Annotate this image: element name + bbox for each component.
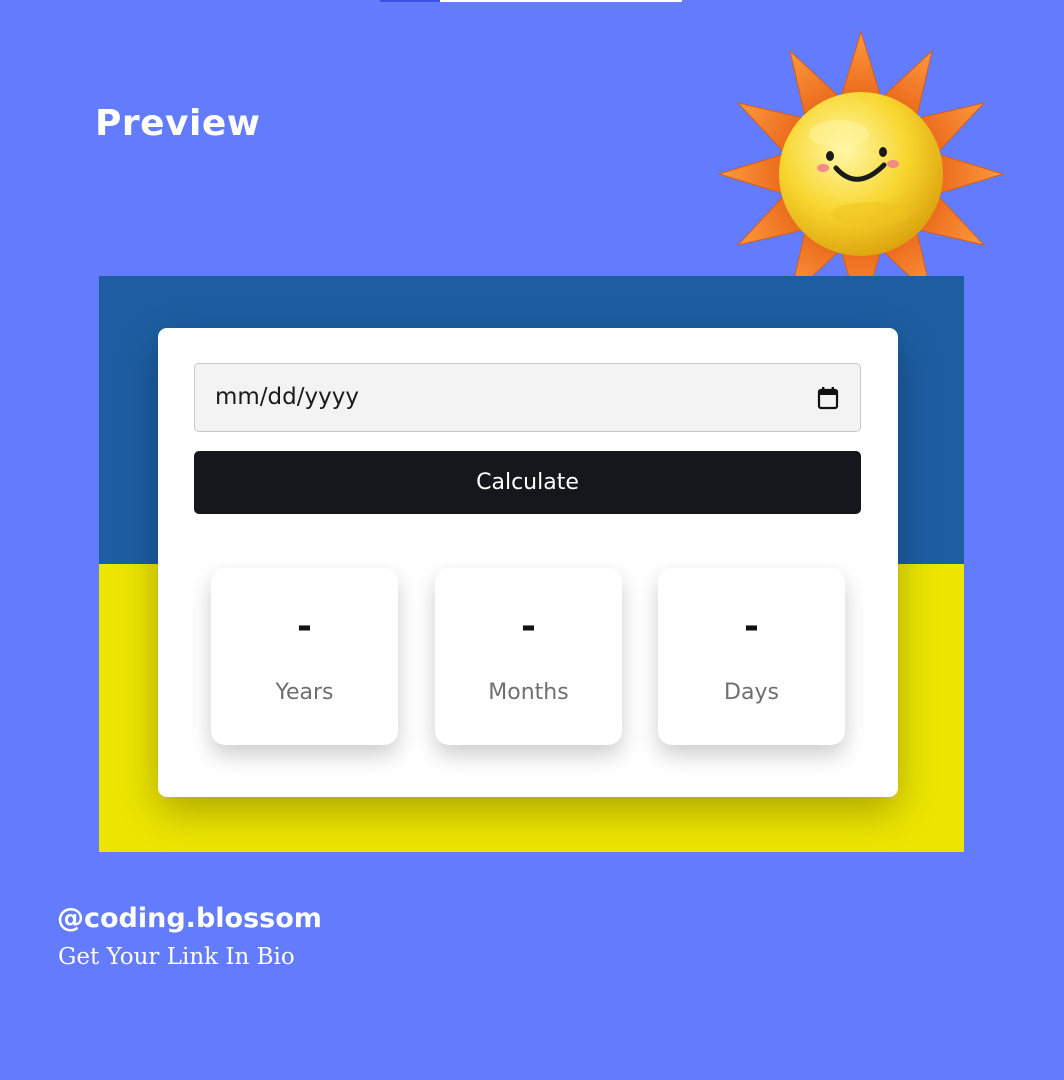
author-handle: @coding.blossom: [57, 903, 322, 934]
result-label: Years: [275, 680, 334, 705]
smiling-sun-icon: [716, 26, 1006, 276]
result-value: -: [521, 606, 536, 647]
calendar-icon[interactable]: [817, 386, 839, 410]
top-strip-white: [440, 0, 682, 2]
result-years: - Years: [211, 568, 398, 745]
result-label: Days: [724, 680, 779, 705]
date-input[interactable]: mm/dd/yyyy: [194, 363, 861, 432]
age-calculator-card: mm/dd/yyyy Calculate - Years - Months - …: [158, 328, 898, 797]
page-title: Preview: [95, 103, 261, 144]
result-label: Months: [488, 680, 569, 705]
date-placeholder: mm/dd/yyyy: [215, 384, 359, 410]
tagline: Get Your Link In Bio: [58, 944, 295, 970]
calculate-button[interactable]: Calculate: [194, 451, 861, 514]
result-months: - Months: [435, 568, 622, 745]
result-value: -: [297, 606, 312, 647]
result-value: -: [744, 606, 759, 647]
top-strip-blue: [380, 0, 440, 2]
result-days: - Days: [658, 568, 845, 745]
